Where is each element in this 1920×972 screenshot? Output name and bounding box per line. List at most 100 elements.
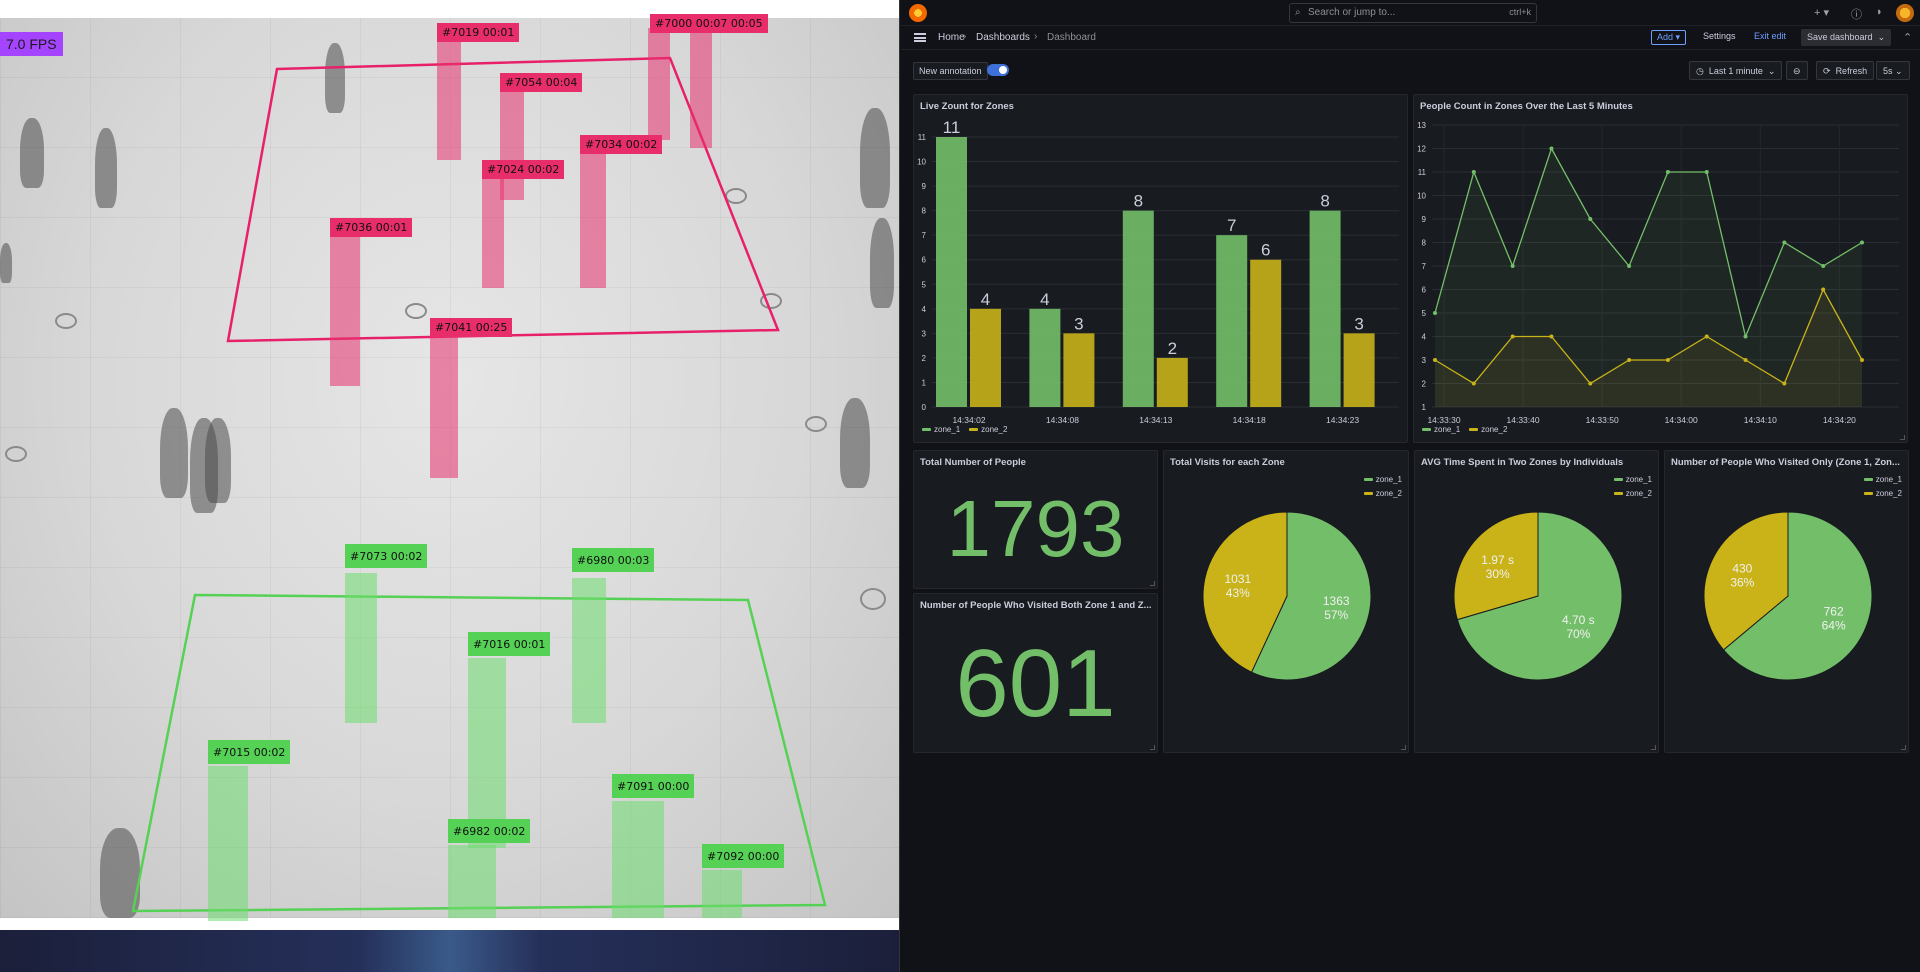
dashboard-controls: New annotation ◷ Last 1 minute ⌄ ⊖ ⟳ Ref… — [901, 50, 1920, 90]
chevron-right-icon: › — [963, 31, 967, 42]
pie-value-label: 4.70 s — [1562, 613, 1595, 627]
top-bar: ⌕ Search or jump to... ctrl+k + ▾ ⓘ ◗ — [901, 0, 1920, 26]
legend-item-zone-2[interactable]: zone_2 — [1613, 489, 1652, 498]
breadcrumb-dashboards[interactable]: Dashboards — [976, 32, 1030, 43]
grafana-logo-icon[interactable] — [909, 4, 927, 22]
chevron-up-icon[interactable]: ⌃ — [1903, 31, 1912, 44]
breadcrumb-home[interactable]: Home — [938, 32, 965, 43]
point-zone_2 — [1510, 334, 1515, 339]
new-annotation-button[interactable]: New annotation — [913, 62, 988, 80]
panel-only-one-zone[interactable]: Number of People Who Visited Only (Zone … — [1664, 450, 1909, 753]
plus-icon[interactable]: + ▾ — [1814, 6, 1829, 19]
point-zone_1 — [1549, 146, 1554, 151]
tracked-person-box — [612, 801, 664, 918]
bar-value-label: 6 — [1261, 241, 1270, 260]
y-tick-label: 5 — [922, 280, 927, 289]
add-button[interactable]: Add ▾ — [1651, 30, 1687, 45]
track-label: #7092 00:00 — [702, 844, 785, 868]
pie-percent-label: 43% — [1226, 586, 1250, 600]
legend-item-zone-2[interactable]: zone_2 — [1863, 489, 1902, 498]
bar-zone_1 — [1309, 210, 1341, 407]
search-shortcut: ctrl+k — [1509, 7, 1531, 17]
legend-item-zone-1[interactable]: zone_1 — [1363, 475, 1402, 484]
y-tick-label: 11 — [918, 133, 927, 142]
panel-live-count[interactable]: Live Zount for Zones 0 1 2 3 4 5 6 7 8 9 10 11 11 4 14… — [913, 94, 1408, 443]
bar-value-label: 4 — [1040, 290, 1049, 309]
point-zone_1 — [1743, 334, 1748, 339]
clock-icon: ◷ — [1696, 66, 1704, 76]
chart-legend: zone_1 zone_2 — [1422, 425, 1507, 434]
refresh-button[interactable]: ⟳ Refresh — [1816, 61, 1875, 80]
pie-legend: zone_1 zone_2 — [1363, 475, 1402, 503]
legend-item-zone-1[interactable]: zone_1 — [1613, 475, 1652, 484]
track-label: #7016 00:01 — [468, 632, 551, 656]
point-zone_1 — [1471, 170, 1476, 174]
pie-chart: 136357% 103143% — [1202, 511, 1372, 681]
video-feed: #7019 00:01 #7054 00:04 #7034 00:02 #702… — [0, 0, 900, 972]
pie-percent-label: 64% — [1822, 618, 1846, 632]
panel-avg-time[interactable]: AVG Time Spent in Two Zones by Individua… — [1414, 450, 1659, 753]
legend-item-zone-2[interactable]: zone_2 — [1469, 425, 1507, 434]
legend-item-zone-1[interactable]: zone_1 — [1422, 425, 1460, 434]
panel-total-people[interactable]: Total Number of People 1793 — [913, 450, 1158, 589]
bar-value-label: 3 — [1354, 314, 1363, 333]
user-avatar[interactable] — [1896, 4, 1914, 22]
point-zone_1 — [1704, 170, 1709, 174]
tracked-person-box — [330, 236, 360, 386]
tracked-person-box — [702, 870, 742, 918]
legend-item-zone-1[interactable]: zone_1 — [1863, 475, 1902, 484]
panel-total-visits[interactable]: Total Visits for each Zone zone_1 zone_2… — [1163, 450, 1409, 753]
time-range-picker[interactable]: ◷ Last 1 minute ⌄ — [1689, 61, 1783, 80]
track-label: #6980 00:03 — [572, 548, 655, 572]
y-tick-label: 1 — [922, 378, 927, 387]
refresh-interval-picker[interactable]: 5s ⌄ — [1876, 61, 1910, 80]
resize-handle[interactable] — [1900, 435, 1905, 440]
legend-item-zone-2[interactable]: zone_2 — [1363, 489, 1402, 498]
settings-button[interactable]: Settings — [1703, 31, 1736, 41]
y-tick-label: 7 — [922, 231, 927, 240]
track-label: #6982 00:02 — [448, 819, 531, 843]
search-input[interactable]: ⌕ Search or jump to... ctrl+k — [1289, 3, 1537, 23]
resize-handle[interactable] — [1401, 745, 1406, 750]
x-tick-label: 14:34:00 — [1665, 415, 1698, 425]
bar-zone_2 — [1063, 333, 1095, 407]
tracked-person-box — [208, 766, 248, 921]
exit-edit-button[interactable]: Exit edit — [1754, 31, 1786, 41]
track-label: #7015 00:02 — [208, 740, 291, 764]
legend-item-zone-2[interactable]: zone_2 — [969, 425, 1007, 434]
panel-title: AVG Time Spent in Two Zones by Individua… — [1421, 457, 1624, 468]
zoom-out-button[interactable]: ⊖ — [1786, 61, 1808, 80]
resize-handle[interactable] — [1901, 745, 1906, 750]
rss-icon[interactable]: ◗ — [1876, 6, 1883, 18]
resize-handle[interactable] — [1150, 581, 1155, 586]
track-label: #7041 00:25 — [430, 318, 513, 337]
resize-handle[interactable] — [1651, 745, 1656, 750]
y-tick-label: 9 — [922, 182, 927, 191]
bar-value-label: 8 — [1320, 192, 1329, 211]
y-tick-label: 9 — [1422, 215, 1427, 224]
pie-value-label: 1.97 s — [1481, 553, 1514, 567]
point-zone_1 — [1627, 264, 1632, 268]
bar-zone_1 — [1029, 308, 1061, 407]
bar-zone_2 — [1343, 333, 1375, 407]
grafana-dashboard: ⌕ Search or jump to... ctrl+k + ▾ ⓘ ◗ Ho… — [901, 0, 1920, 972]
y-tick-label: 12 — [1417, 145, 1426, 154]
bar-value-label: 11 — [943, 118, 961, 137]
point-zone_1 — [1665, 170, 1670, 174]
y-tick-label: 4 — [1422, 333, 1427, 342]
legend-item-zone-1[interactable]: zone_1 — [922, 425, 960, 434]
x-tick-label: 14:34:13 — [1139, 415, 1172, 425]
y-tick-label: 13 — [1417, 121, 1426, 130]
help-icon[interactable]: ⓘ — [1851, 6, 1862, 22]
menu-icon[interactable] — [914, 33, 926, 42]
y-tick-label: 5 — [1422, 309, 1427, 318]
annotation-toggle[interactable] — [987, 64, 1009, 76]
point-zone_1 — [1782, 240, 1787, 245]
panel-people-5min[interactable]: People Count in Zones Over the Last 5 Mi… — [1413, 94, 1908, 443]
resize-handle[interactable] — [1150, 745, 1155, 750]
pie-chart: 76264% 43036% — [1703, 511, 1873, 681]
x-tick-label: 14:33:30 — [1427, 415, 1460, 425]
pie-value-label: 762 — [1824, 604, 1844, 618]
panel-both-zones[interactable]: Number of People Who Visited Both Zone 1… — [913, 593, 1158, 753]
save-dashboard-button[interactable]: Save dashboard ⌄ — [1801, 29, 1892, 46]
